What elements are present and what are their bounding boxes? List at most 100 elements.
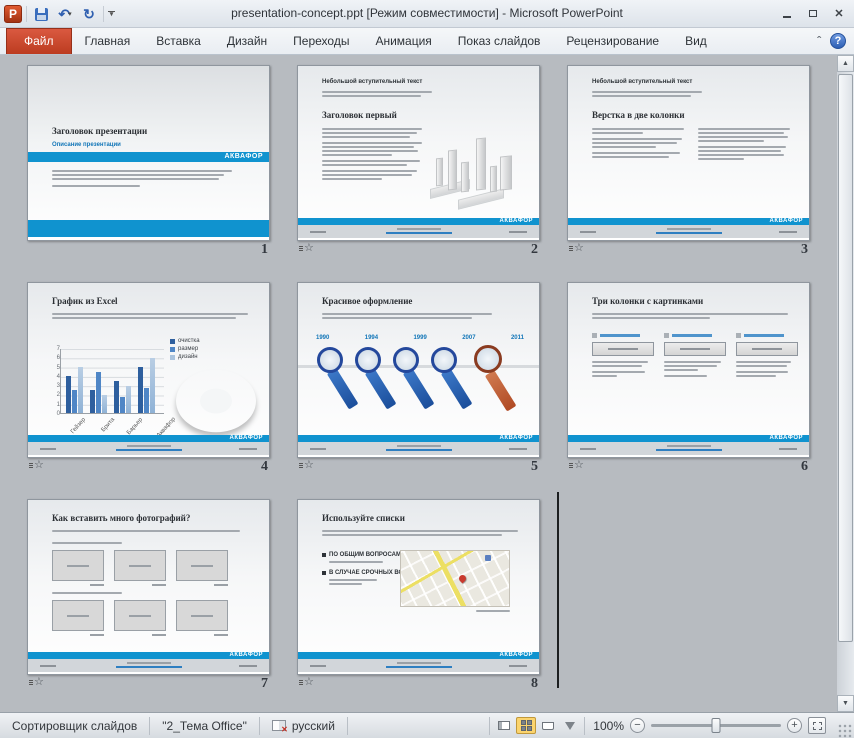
reading-view-button[interactable] (538, 717, 558, 734)
map-pin-icon (458, 574, 468, 584)
column-header-placeholder (744, 334, 784, 337)
zoom-level[interactable]: 100% (593, 719, 624, 733)
brand-band: АКВАФОР (298, 218, 539, 225)
slide-number: 2 (531, 242, 538, 258)
slide-thumbnail-5[interactable]: Красивое оформление 1990 1994 1999 2007 … (297, 282, 540, 458)
slide-sorter-view-icon (521, 720, 532, 731)
spellcheck-book-error-icon (272, 720, 286, 731)
transition-star-icon[interactable]: ☆ (29, 460, 44, 471)
tab-file[interactable]: Файл (6, 28, 72, 54)
tab-design[interactable]: Дизайн (214, 29, 280, 54)
brand-logo: АКВАФОР (499, 218, 533, 225)
excel-chart-plot (60, 349, 164, 414)
slide-thumbnail-3[interactable]: Небольшой вступительный текст Верстка в … (567, 65, 810, 241)
body-text-placeholder (592, 128, 684, 160)
status-theme-name[interactable]: "2_Тема Office" (150, 717, 260, 735)
slideshow-view-icon (565, 722, 575, 730)
fit-to-window-button[interactable] (808, 717, 826, 734)
tab-animations[interactable]: Анимация (362, 29, 444, 54)
tab-review[interactable]: Рецензирование (553, 29, 672, 54)
scrollbar-thumb[interactable] (838, 74, 853, 642)
tab-view[interactable]: Вид (672, 29, 720, 54)
minimize-button[interactable] (780, 7, 794, 20)
tab-insert[interactable]: Вставка (143, 29, 214, 54)
body-text-placeholder (698, 128, 790, 162)
normal-view-button[interactable] (494, 717, 514, 734)
restore-button[interactable] (806, 7, 820, 20)
row-label-placeholder (52, 542, 122, 546)
slide-title: Как вставить много фотографий? (52, 513, 190, 523)
excel-chart-categories: ГейзерБритаБарьерАквафор (62, 417, 172, 423)
photo-placeholder (114, 550, 166, 581)
tab-slideshow[interactable]: Показ слайдов (445, 29, 554, 54)
photo-placeholder (52, 550, 104, 581)
bottom-accent-bar (28, 220, 269, 237)
minimize-ribbon-caret-icon[interactable]: ˆ (817, 34, 821, 48)
slide-intro-heading: Небольшой вступительный текст (592, 79, 692, 85)
close-icon: ✕ (834, 7, 843, 20)
column-icon (592, 333, 597, 338)
transition-star-icon[interactable]: ☆ (569, 243, 584, 254)
body-text-placeholder (322, 530, 518, 538)
tab-transitions[interactable]: Переходы (280, 29, 362, 54)
picture-button-placeholder (664, 342, 726, 356)
brand-logo: АКВАФОР (499, 652, 533, 659)
slide-thumbnail-6[interactable]: Три колонки с картинками (567, 282, 810, 458)
tab-home[interactable]: Главная (72, 29, 144, 54)
slide-thumbnail-2[interactable]: Небольшой вступительный текст Заголовок … (297, 65, 540, 241)
column-icon (736, 333, 741, 338)
slide-thumbnail-8[interactable]: Используйте списки ПО ОБЩИМ ВОПРОСАМ В С… (297, 499, 540, 675)
brand-band: АКВАФОР (568, 218, 809, 225)
timeline-years: 1990 1994 1999 2007 2011 (316, 335, 524, 341)
scroll-up-arrow-icon[interactable]: ▲ (837, 55, 854, 72)
brand-logo: АКВАФОР (229, 435, 263, 442)
slide-title: Три колонки с картинками (592, 296, 703, 306)
status-language[interactable]: русский (292, 719, 335, 733)
slide-footer (568, 225, 809, 238)
slide-thumbnail-1[interactable]: Заголовок презентации Описание презентац… (27, 65, 270, 241)
brand-logo: АКВАФОР (769, 435, 803, 442)
vertical-scrollbar[interactable]: ▲ ▼ (837, 55, 854, 712)
status-view-name[interactable]: Сортировщик слайдов (0, 717, 150, 735)
close-button[interactable]: ✕ (832, 7, 846, 20)
excel-bar-chart: 76543210 (50, 345, 164, 419)
status-spellcheck[interactable]: русский (260, 717, 348, 735)
zoom-out-button[interactable]: − (630, 718, 645, 733)
resize-grip[interactable] (838, 724, 852, 738)
slide-title: Заголовок первый (322, 110, 397, 120)
window-controls: ✕ (780, 7, 846, 20)
minimize-icon (783, 16, 791, 18)
transition-star-icon[interactable]: ☆ (569, 460, 584, 471)
slide-footer (298, 442, 539, 455)
slide-intro-heading: Небольшой вступительный текст (322, 79, 422, 85)
slide-number: 8 (531, 676, 538, 692)
transition-star-icon[interactable]: ☆ (29, 677, 44, 688)
photo-placeholder (52, 600, 104, 631)
help-icon[interactable]: ? (830, 33, 846, 49)
slideshow-view-button[interactable] (560, 717, 580, 734)
slide-thumbnail-7[interactable]: Как вставить много фотографий? АКВАФОР (27, 499, 270, 675)
picture-column (664, 333, 726, 379)
slide-thumbnail-4[interactable]: График из Excel 76543210 ГейзерБритаБарь… (27, 282, 270, 458)
zoom-in-button[interactable]: + (787, 718, 802, 733)
slide-number: 3 (801, 242, 808, 258)
brand-logo: АКВАФОР (499, 435, 533, 442)
zoom-slider-thumb[interactable] (712, 718, 721, 733)
transition-star-icon[interactable]: ☆ (299, 243, 314, 254)
photo-placeholder (176, 550, 228, 581)
slide-title: Заголовок презентации (52, 126, 147, 136)
title-bar: P ↶▾ ↻ ▾ presentation-concept.ppt [Режим… (0, 0, 854, 28)
picture-column (736, 333, 798, 379)
body-text-placeholder (322, 313, 492, 321)
excel-chart-legend: очистка размер дизайн (170, 338, 200, 362)
transition-star-icon[interactable]: ☆ (299, 677, 314, 688)
transition-star-icon[interactable]: ☆ (299, 460, 314, 471)
scroll-down-arrow-icon[interactable]: ▼ (837, 695, 854, 712)
window-title: presentation-concept.ppt [Режим совмести… (0, 6, 854, 20)
slide-footer (298, 225, 539, 238)
brand-band: АКВАФОР (28, 152, 269, 162)
body-text-placeholder (329, 561, 389, 565)
map-image (400, 550, 510, 607)
zoom-slider[interactable] (651, 724, 781, 727)
slide-sorter-view-button[interactable] (516, 717, 536, 734)
